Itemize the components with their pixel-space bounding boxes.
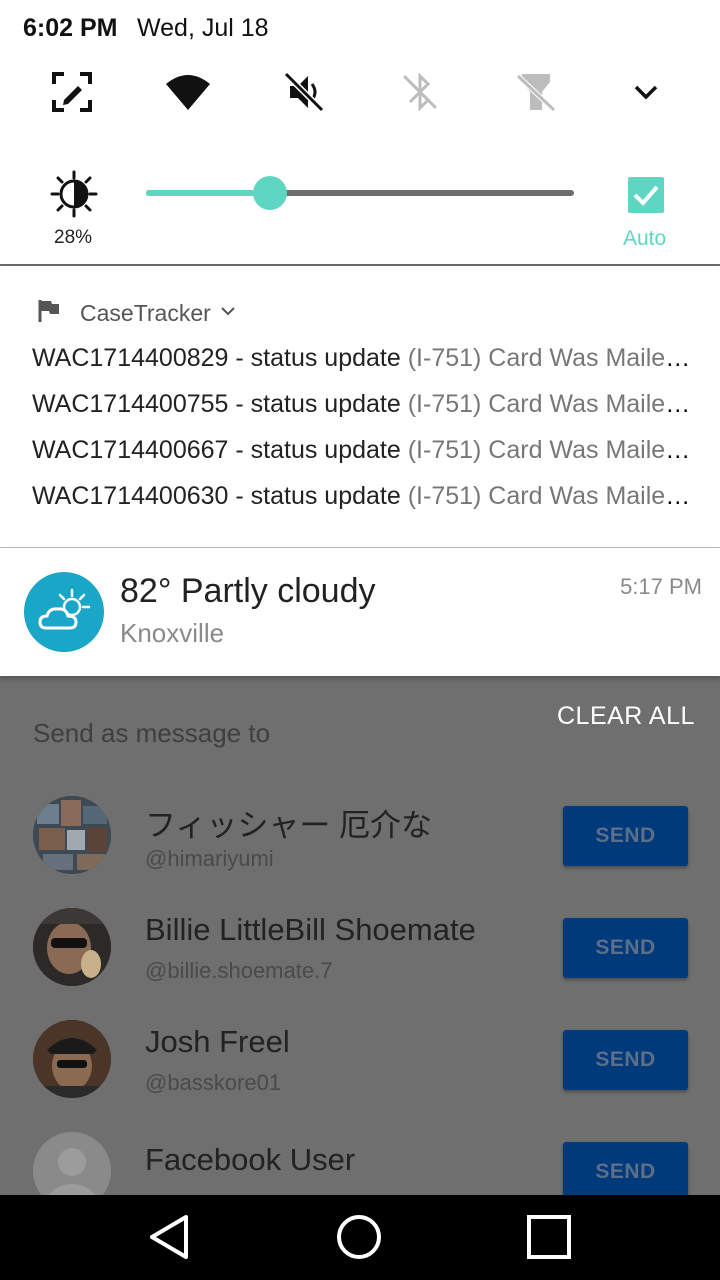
flag-icon: [36, 298, 62, 329]
case-id: WAC1714400630 - status update: [32, 482, 401, 510]
status-date: Wed, Jul 18: [137, 14, 269, 42]
auto-brightness-checkbox[interactable]: [628, 177, 664, 213]
contact-name: Billie LittleBill Shoemate: [145, 912, 476, 947]
contact-handle: @basskore01: [145, 1070, 282, 1095]
case-status: (I-751) Card Was Mailed To Me: [407, 436, 692, 464]
case-id: WAC1714400755 - status update: [32, 390, 401, 418]
case-status: (I-751) Card Was Mailed To Me: [407, 390, 692, 418]
chevron-down-icon[interactable]: [632, 70, 660, 114]
notification-header[interactable]: CaseTracker: [36, 298, 237, 328]
notification-line: WAC1714400829 - status update (I-751) Ca…: [32, 344, 692, 373]
brightness-slider-thumb[interactable]: [253, 176, 287, 210]
clear-all-button[interactable]: CLEAR ALL: [557, 702, 695, 731]
avatar: [33, 1020, 111, 1098]
auto-brightness-label: Auto: [623, 227, 667, 250]
send-button[interactable]: SEND: [563, 806, 688, 866]
brightness-icon: [50, 170, 98, 218]
avatar: [33, 796, 111, 874]
volume-off-icon[interactable]: [282, 70, 326, 114]
home-icon[interactable]: [333, 1211, 385, 1263]
contact-name: フィッシャー 厄介な: [145, 808, 432, 843]
navigation-bar: [0, 1195, 720, 1280]
contact-row: Billie LittleBill Shoemate @billie.shoem…: [0, 908, 720, 1020]
back-icon[interactable]: [144, 1211, 196, 1263]
avatar: [33, 908, 111, 986]
case-id: WAC1714400667 - status update: [32, 436, 401, 464]
recents-icon[interactable]: [523, 1211, 575, 1263]
share-sheet-background: Send as message to フィッシャー 厄介な @himariyum…: [0, 676, 720, 1210]
send-as-message-heading: Send as message to: [33, 718, 271, 748]
send-button[interactable]: SEND: [563, 918, 688, 978]
case-status: (I-751) Card Was Mailed To Me: [407, 482, 692, 510]
cast-edit-icon[interactable]: [50, 70, 94, 114]
quick-settings-panel: 6:02 PM Wed, Jul 18 28% Auto: [0, 0, 720, 264]
notification-line: WAC1714400630 - status update (I-751) Ca…: [32, 482, 692, 511]
send-button[interactable]: SEND: [563, 1142, 688, 1202]
contact-name: Josh Freel: [145, 1024, 290, 1059]
chevron-down-icon[interactable]: [219, 302, 237, 325]
contact-handle: @himariyumi: [145, 846, 274, 871]
weather-notification[interactable]: 82° Partly cloudy Knoxville 5:17 PM: [0, 548, 720, 676]
flashlight-off-icon[interactable]: [514, 70, 558, 114]
status-time: 6:02 PM: [23, 14, 118, 42]
wifi-icon[interactable]: [164, 70, 212, 114]
brightness-percent: 28%: [54, 227, 93, 248]
weather-time: 5:17 PM: [620, 574, 702, 599]
notification-line: WAC1714400755 - status update (I-751) Ca…: [32, 390, 692, 419]
bluetooth-off-icon[interactable]: [398, 70, 442, 114]
contact-name: Facebook User: [145, 1142, 356, 1177]
case-id: WAC1714400829 - status update: [32, 344, 401, 372]
contact-handle: @billie.shoemate.7: [145, 958, 333, 983]
contact-row: Josh Freel @basskore01 SEND: [0, 1020, 720, 1132]
brightness-slider-fill: [146, 190, 270, 196]
notification-app-name: CaseTracker: [80, 299, 211, 326]
casetracker-notification[interactable]: CaseTracker WAC1714400829 - status updat…: [0, 266, 720, 547]
notification-line: WAC1714400667 - status update (I-751) Ca…: [32, 436, 692, 465]
partly-cloudy-icon: [24, 572, 104, 652]
weather-location: Knoxville: [120, 618, 225, 648]
case-status: (I-751) Card Was Mailed To Me: [407, 344, 692, 372]
send-button[interactable]: SEND: [563, 1030, 688, 1090]
weather-title: 82° Partly cloudy: [120, 572, 376, 610]
contact-row: フィッシャー 厄介な @himariyumi SEND: [0, 796, 720, 908]
